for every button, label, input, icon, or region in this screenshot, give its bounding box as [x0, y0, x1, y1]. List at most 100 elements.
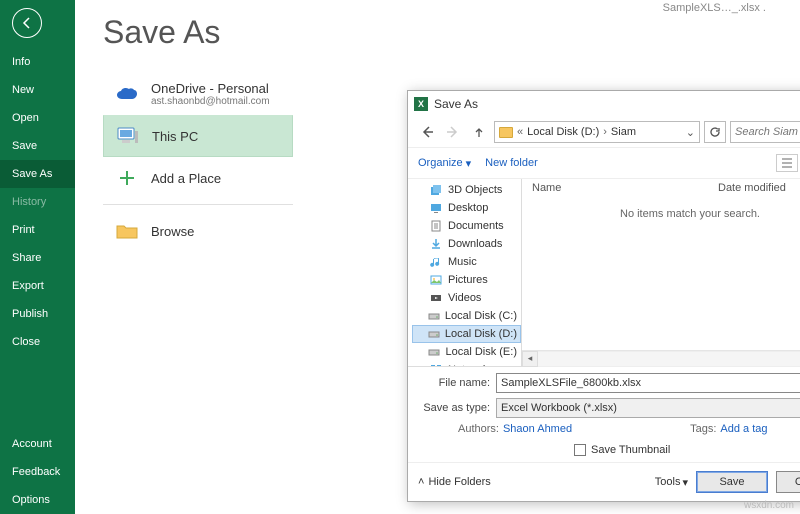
breadcrumb-seg2[interactable]: Siam [611, 126, 636, 138]
sidebar-item-close[interactable]: Close [0, 328, 75, 356]
save-type-value: Excel Workbook (*.xlsx) [501, 402, 617, 414]
sidebar-item-options[interactable]: Options [0, 486, 75, 514]
tree-item-music[interactable]: Music [412, 253, 521, 271]
save-thumbnail-checkbox[interactable] [574, 444, 586, 456]
backstage-sidebar: Info New Open Save Save As History Print… [0, 0, 75, 514]
tree-item-local-disk-c-[interactable]: Local Disk (C:) [412, 307, 521, 325]
sidebar-item-account[interactable]: Account [0, 430, 75, 458]
sidebar-item-info[interactable]: Info [0, 48, 75, 76]
disk-icon [428, 309, 440, 323]
tree-item-documents[interactable]: Documents [412, 217, 521, 235]
network-icon [429, 363, 443, 366]
breadcrumb-bar[interactable]: « Local Disk (D:) › Siam ⌄ [494, 121, 700, 143]
sidebar-item-save[interactable]: Save [0, 132, 75, 160]
chevron-right-icon: « [517, 126, 523, 138]
authors-value[interactable]: Shaon Ahmed [503, 423, 572, 435]
tags-label: Tags: [690, 423, 716, 435]
hide-folders-button[interactable]: ˄ Hide Folders [418, 476, 491, 488]
onedrive-title: OneDrive - Personal [151, 81, 270, 96]
tree-item-3d-objects[interactable]: 3D Objects [412, 181, 521, 199]
refresh-icon [709, 126, 721, 138]
chevron-down-icon[interactable]: ⌄ [686, 126, 695, 139]
desktop-icon [429, 201, 443, 215]
back-button[interactable] [12, 8, 42, 38]
tree-item-network[interactable]: ▸ Network [412, 361, 521, 366]
excel-icon: X [414, 97, 428, 111]
tree-item-downloads[interactable]: Downloads [412, 235, 521, 253]
authors-label: Authors: [458, 423, 499, 435]
file-name-value: SampleXLSFile_6800kb.xlsx [501, 377, 641, 389]
nav-up-button[interactable] [468, 121, 490, 143]
sidebar-item-save-as[interactable]: Save As [0, 160, 75, 188]
tree-item-local-disk-e-[interactable]: Local Disk (E:) [412, 343, 521, 361]
location-this-pc[interactable]: This PC [103, 115, 293, 157]
tree-item-local-disk-d-[interactable]: Local Disk (D:) [412, 325, 521, 343]
tree-item-label: Music [448, 256, 477, 268]
view-options-button[interactable] [776, 154, 798, 172]
sidebar-item-open[interactable]: Open [0, 104, 75, 132]
dialog-title: Save As [434, 97, 800, 111]
sidebar-item-feedback[interactable]: Feedback [0, 458, 75, 486]
tags-value[interactable]: Add a tag [720, 423, 767, 435]
save-location-list: OneDrive - Personal ast.shaonbd@hotmail.… [103, 73, 293, 251]
this-pc-title: This PC [152, 129, 198, 144]
disk-icon [428, 327, 440, 341]
chevron-down-icon: ▾ [682, 476, 688, 489]
cancel-button[interactable]: Cancel [776, 471, 800, 493]
plus-icon [115, 166, 139, 190]
file-name-label: File name: [418, 377, 490, 389]
disk-icon [428, 345, 440, 359]
3d-icon [429, 183, 443, 197]
tree-item-label: Downloads [448, 238, 502, 250]
tree-item-label: Network [448, 364, 488, 366]
tools-menu[interactable]: Tools ▾ [655, 476, 688, 489]
col-name[interactable]: Name [532, 182, 718, 194]
sidebar-item-new[interactable]: New [0, 76, 75, 104]
arrow-right-icon [446, 125, 460, 139]
videos-icon [429, 291, 443, 305]
folder-icon [499, 127, 513, 138]
tree-item-label: Videos [448, 292, 481, 304]
sidebar-item-share[interactable]: Share [0, 244, 75, 272]
save-type-label: Save as type: [418, 402, 490, 414]
page-title: Save As [103, 14, 772, 51]
search-input[interactable] [730, 121, 800, 143]
watermark: wsxdn.com [744, 500, 794, 511]
onedrive-sub: ast.shaonbd@hotmail.com [151, 96, 270, 107]
location-onedrive[interactable]: OneDrive - Personal ast.shaonbd@hotmail.… [103, 73, 293, 115]
col-date[interactable]: Date modified [718, 182, 800, 194]
location-browse[interactable]: Browse [103, 211, 293, 251]
save-button[interactable]: Save [696, 471, 768, 493]
tree-item-label: Pictures [448, 274, 488, 286]
save-as-dialog: X Save As « Local Disk (D:) › Siam ⌄ [407, 90, 800, 502]
tree-item-videos[interactable]: Videos [412, 289, 521, 307]
horizontal-scrollbar[interactable]: ◂ ▸ [522, 350, 800, 366]
sidebar-item-publish[interactable]: Publish [0, 300, 75, 328]
chevron-up-icon: ˄ [418, 476, 424, 488]
nav-back-button[interactable] [416, 121, 438, 143]
column-headers[interactable]: Name Date modified Type [522, 179, 800, 196]
arrow-left-icon [19, 15, 35, 31]
pc-icon [116, 124, 140, 148]
docs-icon [429, 219, 443, 233]
tree-item-label: Desktop [448, 202, 488, 214]
file-name-input[interactable]: SampleXLSFile_6800kb.xlsx ⌄ [496, 373, 800, 393]
location-add-place[interactable]: Add a Place [103, 157, 293, 198]
empty-message: No items match your search. [522, 196, 800, 350]
organize-menu[interactable]: Organize▾ [418, 157, 471, 170]
save-type-dropdown[interactable]: Excel Workbook (*.xlsx) ⌄ [496, 398, 800, 418]
nav-forward-button[interactable] [442, 121, 464, 143]
sidebar-item-print[interactable]: Print [0, 216, 75, 244]
refresh-button[interactable] [704, 121, 726, 143]
expand-icon: ▸ [416, 365, 424, 367]
folder-icon [115, 219, 139, 243]
tree-item-label: Documents [448, 220, 504, 232]
add-place-title: Add a Place [151, 171, 221, 186]
scrollbar-left-icon[interactable]: ◂ [522, 351, 538, 367]
sidebar-item-export[interactable]: Export [0, 272, 75, 300]
tree-item-label: Local Disk (E:) [445, 346, 517, 358]
tree-item-pictures[interactable]: Pictures [412, 271, 521, 289]
new-folder-button[interactable]: New folder [485, 157, 538, 169]
breadcrumb-seg1[interactable]: Local Disk (D:) [527, 126, 599, 138]
tree-item-desktop[interactable]: Desktop [412, 199, 521, 217]
